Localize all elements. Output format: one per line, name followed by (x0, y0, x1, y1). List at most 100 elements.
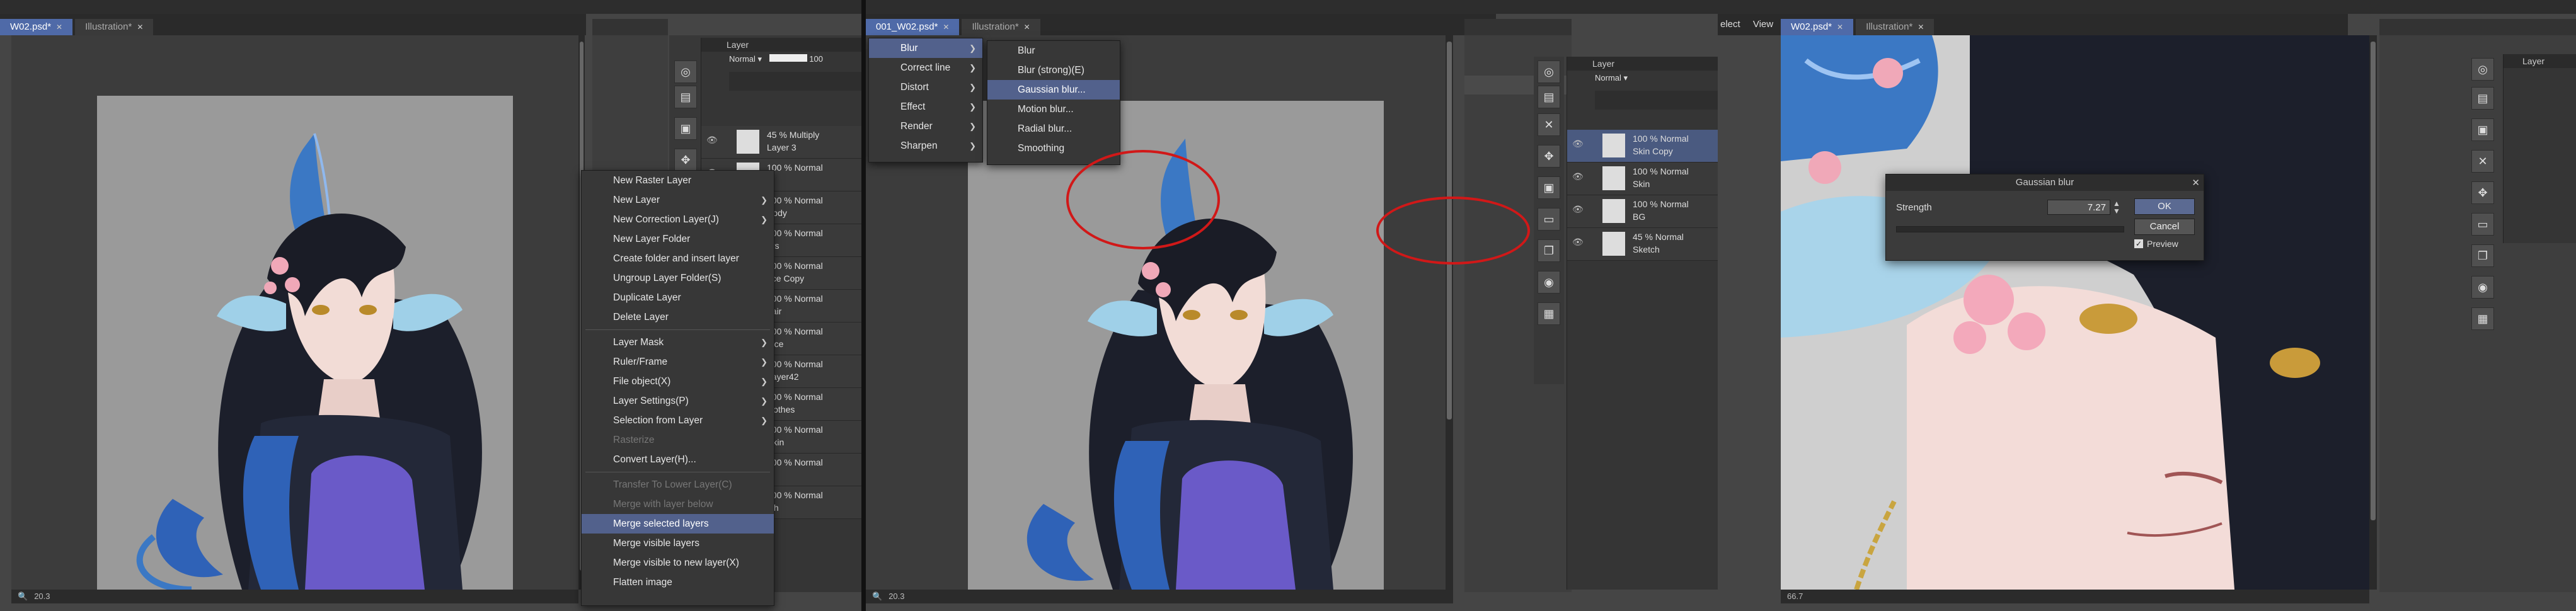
menu-item[interactable]: Gaussian blur... (987, 80, 1120, 100)
menu-item[interactable]: Layer Mask ❯ (582, 333, 774, 352)
close-icon[interactable]: ✕ (1837, 19, 1843, 35)
image-icon[interactable]: ▣ (674, 117, 697, 140)
checkmark-icon[interactable]: ✓ (2134, 239, 2143, 248)
blend-mode-select[interactable]: Normal ▾ 100 (729, 54, 823, 69)
spinner-arrows-icon[interactable]: ▲ ▼ (2113, 200, 2120, 215)
menu-item[interactable]: Render ❯ (869, 117, 982, 136)
image-icon[interactable]: ▣ (1538, 176, 1560, 199)
zoom-level[interactable]: 66.7 (1787, 591, 1803, 601)
strength-input[interactable]: 7.27 (2047, 200, 2110, 215)
menu-item[interactable]: Blur (987, 41, 1120, 60)
menu-item[interactable]: New Raster Layer (582, 171, 774, 190)
menu-item[interactable]: File object(X) ❯ (582, 372, 774, 391)
menu-item-select[interactable]: elect (1720, 19, 1740, 30)
menu-item[interactable]: Correct line ❯ (869, 58, 982, 77)
transform-icon[interactable]: ✥ (674, 149, 697, 171)
menu-item[interactable]: Smoothing (987, 139, 1120, 158)
strength-slider[interactable] (1896, 226, 2124, 232)
close-icon[interactable]: ✕ (1024, 19, 1030, 35)
menu-item-label: Smoothing (1018, 143, 1065, 154)
vertical-scrollbar[interactable] (2369, 35, 2377, 590)
layer-icon[interactable]: ▤ (1538, 86, 1560, 108)
eye-icon[interactable]: 👁 (1572, 237, 1584, 248)
cancel-button[interactable]: Cancel (2134, 219, 2195, 235)
close-icon[interactable]: ✕ (137, 19, 143, 35)
canvas-area[interactable] (11, 35, 578, 590)
ok-button[interactable]: OK (2134, 198, 2195, 215)
layer-row[interactable]: 👁 45 % Multiply Layer 3 (701, 126, 861, 159)
layer-row[interactable]: 👁 45 % Normal Sketch (1567, 228, 1721, 261)
tab-illustration[interactable]: Illustration* ✕ (75, 19, 154, 35)
layer-icon[interactable]: ▤ (2471, 87, 2494, 110)
menu-item[interactable]: Blur (strong)(E) (987, 60, 1120, 80)
search-icon[interactable]: ◎ (1538, 60, 1560, 83)
menu-item[interactable]: Flatten image (582, 573, 774, 592)
menu-item[interactable]: New Layer Folder (582, 229, 774, 249)
menu-item[interactable]: Sharpen ❯ (869, 136, 982, 156)
eye-icon[interactable]: 👁 (1572, 204, 1584, 215)
menu-item[interactable]: Ruler/Frame ❯ (582, 352, 774, 372)
menu-item[interactable]: Merge visible to new layer(X) (582, 553, 774, 573)
menu-item[interactable]: Ungroup Layer Folder(S) (582, 268, 774, 288)
close-icon[interactable]: ✕ (2192, 177, 2200, 188)
scroll-thumb[interactable] (2371, 42, 2376, 520)
layer-blend-info: 100 % Normal (767, 490, 823, 500)
copy-icon[interactable]: ❐ (2471, 244, 2494, 267)
close-icon[interactable]: ✕ (56, 19, 62, 35)
menu-item[interactable]: New Layer ❯ (582, 190, 774, 210)
layer-row[interactable]: 👁 100 % Normal Skin (1567, 163, 1721, 195)
grid-icon[interactable]: ▦ (1538, 302, 1560, 325)
zoom-level[interactable]: 20.3 (34, 591, 50, 601)
menu-item[interactable]: Merge visible layers (582, 534, 774, 553)
tab-illustration[interactable]: Illustration* ✕ (1856, 19, 1935, 35)
tab-document[interactable]: W02.psd* ✕ (1781, 19, 1854, 35)
search-icon[interactable]: ◎ (2471, 58, 2494, 81)
illustration-canvas[interactable] (97, 96, 513, 590)
folder-icon[interactable]: ▭ (2471, 213, 2494, 236)
zoom-level[interactable]: 20.3 (888, 591, 904, 601)
menu-item[interactable]: Selection from Layer ❯ (582, 411, 774, 430)
menu-item[interactable]: Blur ❯ (869, 38, 982, 58)
copy-icon[interactable]: ❐ (1538, 239, 1560, 262)
grid-icon[interactable]: ▦ (2471, 307, 2494, 330)
eye-icon[interactable]: 👁 (1572, 139, 1584, 149)
close-icon[interactable]: ✕ (2471, 150, 2494, 173)
close-icon[interactable]: ✕ (1918, 19, 1924, 35)
tab-illustration[interactable]: Illustration* ✕ (962, 19, 1040, 35)
layer-icon[interactable]: ▤ (674, 86, 697, 108)
menu-item[interactable]: Convert Layer(H)... (582, 450, 774, 469)
menu-item[interactable]: Layer Settings(P) ❯ (582, 391, 774, 411)
menu-item-view[interactable]: View (1753, 19, 1773, 30)
menu-item[interactable]: Delete Layer (582, 307, 774, 327)
menu-item[interactable]: Create folder and insert layer (582, 249, 774, 268)
folder-icon[interactable]: ▭ (1538, 208, 1560, 231)
menu-item[interactable]: Effect ❯ (869, 97, 982, 117)
blend-mode-select[interactable]: Normal ▾ (1595, 73, 1628, 83)
vertical-scrollbar[interactable] (1446, 35, 1453, 590)
eye-icon[interactable]: 👁 (1572, 171, 1584, 182)
preview-label: Preview (2147, 239, 2178, 249)
close-icon[interactable]: ✕ (1538, 113, 1560, 136)
menu-item[interactable]: Motion blur... (987, 100, 1120, 119)
transform-icon[interactable]: ✥ (1538, 145, 1560, 168)
opacity-slider[interactable] (769, 54, 807, 62)
tab-document[interactable]: 001_W02.psd* ✕ (866, 19, 960, 35)
close-icon[interactable]: ✕ (943, 19, 949, 35)
transform-icon[interactable]: ✥ (2471, 181, 2494, 204)
preview-checkbox[interactable]: ✓ Preview (2134, 239, 2178, 249)
canvas-area[interactable] (1781, 35, 2369, 591)
opacity-value[interactable]: 100 (809, 54, 823, 64)
menu-item[interactable]: Duplicate Layer (582, 288, 774, 307)
image-icon[interactable]: ▣ (2471, 118, 2494, 141)
tab-document[interactable]: W02.psd* ✕ (0, 19, 73, 35)
menu-item[interactable]: Distort ❯ (869, 77, 982, 97)
menu-item[interactable]: Radial blur... (987, 119, 1120, 139)
eye-icon[interactable]: 👁 (706, 135, 718, 146)
menu-item[interactable]: Merge selected layers (582, 514, 774, 534)
menu-item[interactable]: New Correction Layer(J) ❯ (582, 210, 774, 229)
search-icon[interactable]: ◎ (674, 60, 697, 83)
layer-row[interactable]: 👁 100 % Normal Skin Copy (1567, 130, 1721, 163)
camera-icon[interactable]: ◉ (1538, 271, 1560, 294)
layer-row[interactable]: 👁 100 % Normal BG (1567, 195, 1721, 228)
camera-icon[interactable]: ◉ (2471, 276, 2494, 299)
